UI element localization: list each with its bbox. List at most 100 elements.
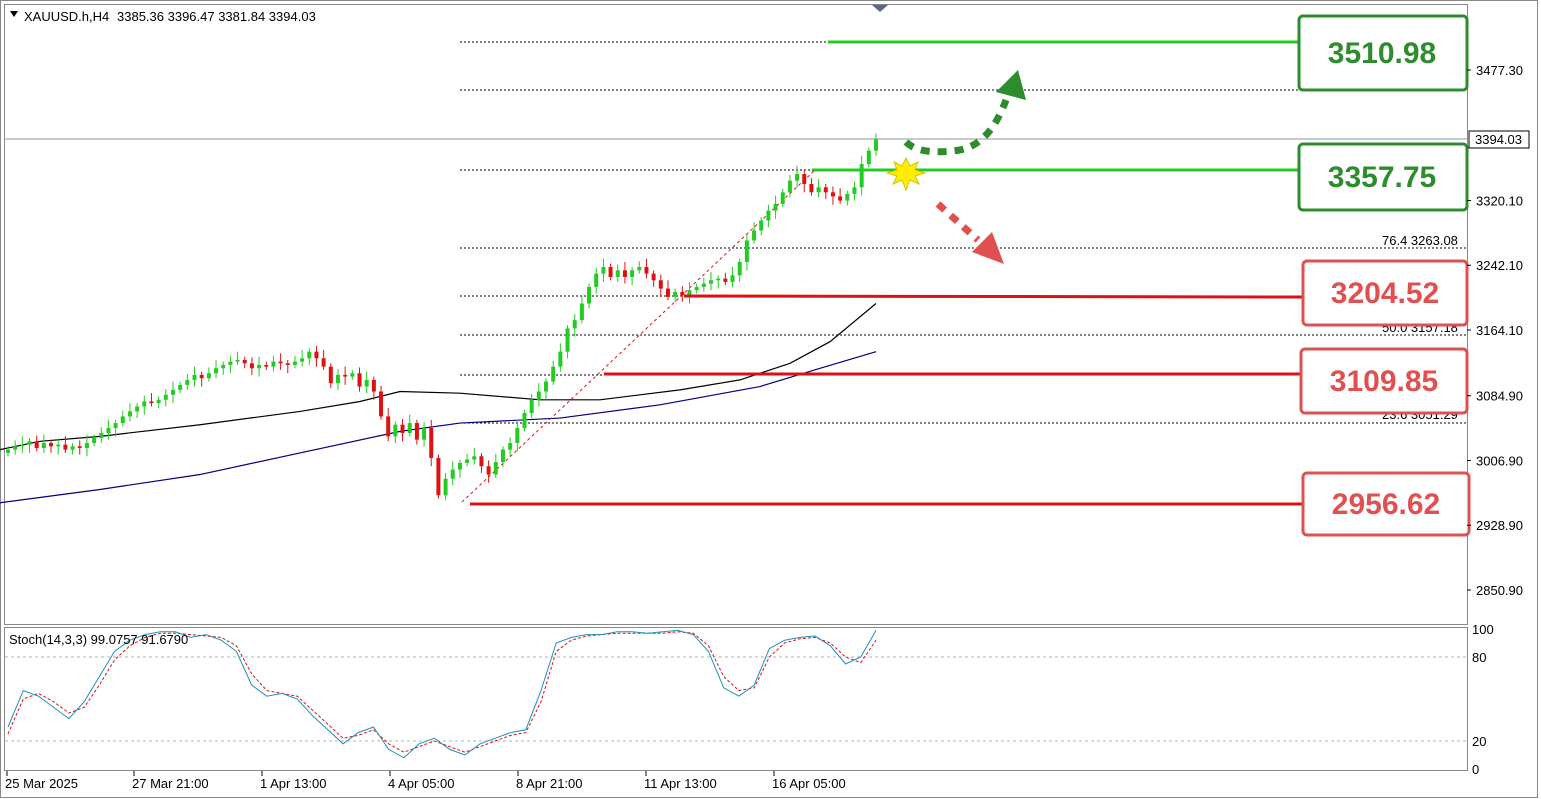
- time-tick-label: 4 Apr 05:00: [388, 776, 455, 791]
- current-price-label: 3394.03: [1468, 130, 1530, 149]
- candle-body: [809, 183, 814, 193]
- candle-body: [795, 174, 800, 181]
- time-tick-label: 25 Mar 2025: [5, 776, 78, 791]
- candle-body: [199, 374, 204, 379]
- candle-body: [34, 441, 39, 448]
- candle-body: [443, 478, 448, 496]
- candle-body: [752, 230, 757, 241]
- candle-body: [27, 441, 32, 445]
- stochastic-signal-line: [7, 631, 877, 753]
- price-tick-label: 3320.10: [1476, 193, 1523, 208]
- candle-body: [278, 361, 283, 364]
- candle-body: [300, 358, 305, 362]
- collapse-triangle-icon[interactable]: [10, 11, 18, 17]
- candle-body: [163, 394, 168, 400]
- level-box-3109[interactable]: 3109.85: [1299, 347, 1469, 415]
- candle-body: [866, 150, 871, 165]
- candle-body: [70, 446, 75, 450]
- time-tick-label: 27 Mar 21:00: [132, 776, 209, 791]
- candle-body: [845, 193, 850, 201]
- candle-body: [565, 328, 570, 352]
- bearish-arrow-path: [935, 201, 981, 243]
- candle-body: [357, 373, 362, 387]
- stoch-tick-label: 100: [1472, 622, 1494, 637]
- candle-body: [472, 456, 477, 460]
- level-box-3357[interactable]: 3357.75: [1297, 142, 1469, 212]
- candle-body: [522, 413, 527, 429]
- breakout-starburst-icon: [885, 156, 927, 192]
- candle-body: [414, 423, 419, 440]
- candle-body: [142, 401, 147, 407]
- candle-body: [13, 446, 18, 450]
- candle-body: [465, 459, 470, 463]
- candle-body: [716, 278, 721, 281]
- price-tick-label: 3084.90: [1476, 389, 1523, 404]
- candle-body: [92, 438, 97, 443]
- candle-body: [264, 364, 269, 367]
- main-pane-border: [4, 4, 1468, 625]
- stoch-label: Stoch(14,3,3) 99.0757 91.6790: [9, 632, 188, 647]
- candle-body: [759, 220, 764, 231]
- candle-body: [823, 187, 828, 193]
- candle-body: [364, 379, 369, 387]
- level-line-3204: [683, 294, 1305, 299]
- stoch-tick-label: 0: [1472, 762, 1479, 777]
- candle-body: [429, 428, 434, 458]
- candle-body: [665, 288, 670, 297]
- candle-body: [393, 424, 398, 437]
- candle-body: [637, 266, 642, 271]
- bullish-arrow-path: [903, 98, 1010, 156]
- candle-body: [830, 192, 835, 197]
- candle-body: [500, 449, 505, 463]
- candle-body: [529, 399, 534, 414]
- stoch-tick-label: 20: [1472, 734, 1486, 749]
- price-tick-label: 3006.90: [1476, 453, 1523, 468]
- candle-body: [587, 286, 592, 304]
- candle-body: [249, 363, 254, 369]
- candle-body: [321, 358, 326, 367]
- candle-body: [644, 266, 649, 274]
- level-value: 2956.62: [1332, 488, 1440, 521]
- time-tick-label: 11 Apr 13:00: [644, 776, 717, 791]
- shift-marker-icon[interactable]: [872, 5, 888, 12]
- candle-body: [350, 373, 355, 377]
- candle-body: [113, 423, 118, 429]
- candle-body: [730, 275, 735, 282]
- candle-body: [343, 374, 348, 377]
- candle-body: [285, 363, 290, 365]
- level-box-2956[interactable]: 2956.62: [1301, 471, 1471, 537]
- price-chart[interactable]: XAUUSD.h,H4 3385.36 3396.47 3381.84 3394…: [0, 0, 1541, 799]
- candle-body: [601, 266, 606, 274]
- candle-body: [379, 391, 384, 417]
- candle-body: [802, 174, 807, 184]
- candle-body: [658, 280, 663, 289]
- candle-body: [221, 364, 226, 369]
- level-box-3204[interactable]: 3204.52: [1301, 259, 1469, 327]
- stochastic-main-line: [7, 629, 877, 759]
- level-value: 3109.85: [1330, 365, 1438, 398]
- level-box-3510[interactable]: 3510.98: [1297, 14, 1469, 92]
- time-tick-label: 8 Apr 21:00: [516, 776, 583, 791]
- candle-body: [773, 203, 778, 211]
- candle-body: [608, 266, 613, 277]
- candle-body: [508, 442, 513, 450]
- candle-body: [84, 442, 89, 448]
- candle-body: [63, 444, 68, 450]
- candle-body: [206, 373, 211, 379]
- candle-body: [594, 273, 599, 287]
- candlestick-series: [6, 133, 878, 501]
- candle-body: [436, 457, 441, 496]
- candle-body: [271, 361, 276, 367]
- candle-body: [780, 192, 785, 204]
- candle-body: [709, 280, 714, 284]
- candle-body: [400, 424, 405, 434]
- candle-body: [307, 351, 312, 359]
- candle-body: [701, 283, 706, 287]
- candle-body: [874, 139, 878, 151]
- candle-body: [77, 446, 82, 448]
- candle-body: [106, 428, 111, 434]
- candle-body: [694, 286, 699, 291]
- candle-body: [41, 442, 46, 448]
- candle-body: [192, 374, 197, 380]
- candle-body: [536, 391, 541, 400]
